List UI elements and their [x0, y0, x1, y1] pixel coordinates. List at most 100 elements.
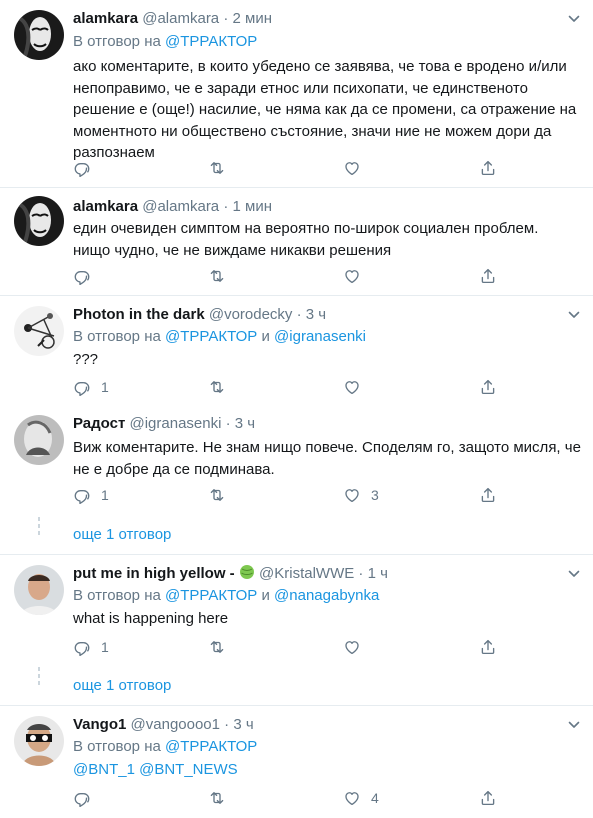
timestamp[interactable]: 3 ч	[235, 415, 255, 432]
tweet-text-line: ако коментарите, в които убедено се заяв…	[73, 58, 567, 75]
caret-down-icon[interactable]	[567, 308, 581, 322]
reply-button[interactable]: 1	[73, 637, 109, 657]
share-button[interactable]	[479, 266, 497, 286]
display-name[interactable]: alamkara	[73, 198, 138, 215]
retweet-icon	[208, 267, 226, 285]
user-handle[interactable]: @vangoooo1	[131, 716, 220, 733]
like-button[interactable]: 4	[343, 788, 379, 808]
avatar[interactable]	[14, 415, 64, 465]
display-name[interactable]: put me in high yellow -	[73, 565, 235, 582]
display-name[interactable]: alamkara	[73, 10, 138, 27]
retweet-button[interactable]	[208, 266, 236, 286]
tweet-header: alamkara @alamkara · 1 мин	[73, 197, 272, 217]
reply-icon	[73, 267, 91, 285]
tweet-text: Виж коментарите. Не знам нищо повече. Сп…	[73, 437, 585, 480]
avatar[interactable]	[14, 306, 64, 356]
timestamp[interactable]: 1 мин	[233, 198, 273, 215]
tweet-actions: 4	[73, 788, 513, 808]
tweet[interactable]: alamkara @alamkara · 2 мин В отговор на …	[0, 0, 593, 182]
like-icon	[343, 378, 361, 396]
share-icon	[479, 638, 497, 656]
retweet-button[interactable]	[208, 637, 236, 657]
mention-link[interactable]: @BNT_NEWS	[139, 761, 238, 778]
like-button[interactable]	[343, 266, 371, 286]
user-handle[interactable]: @alamkara	[142, 10, 219, 27]
reply-button[interactable]: 1	[73, 485, 109, 505]
tweet[interactable]: Vango1 @vangoooo1 · 3 ч В отговор на @ТР…	[0, 706, 593, 818]
like-button[interactable]	[343, 637, 371, 657]
timestamp[interactable]: 2 мин	[233, 10, 273, 27]
avatar[interactable]	[14, 196, 64, 246]
like-button[interactable]: 3	[343, 485, 379, 505]
share-button[interactable]	[479, 377, 497, 397]
like-icon	[343, 486, 361, 504]
tweet-text: ???	[73, 349, 585, 371]
user-handle[interactable]: @KristalWWE	[259, 565, 354, 582]
user-handle[interactable]: @alamkara	[142, 198, 219, 215]
display-name[interactable]: Vango1	[73, 716, 126, 733]
caret-down-icon[interactable]	[567, 718, 581, 732]
avatar[interactable]	[14, 10, 64, 60]
user-handle[interactable]: @igranasenki	[130, 415, 222, 432]
share-button[interactable]	[479, 158, 497, 178]
mention-link[interactable]: @ТРРАКТОР	[165, 33, 257, 50]
display-name[interactable]: Photon in the dark	[73, 306, 205, 323]
avatar[interactable]	[14, 565, 64, 615]
show-more-replies-link[interactable]: още 1 отговор	[73, 526, 171, 543]
tweet[interactable]: put me in high yellow - @KristalWWE · 1 …	[0, 555, 593, 703]
tweet-text-line: ???	[73, 351, 99, 368]
tweet-actions: 1	[73, 377, 513, 397]
reply-prefix: В отговор на	[73, 587, 161, 604]
tweet[interactable]: Photon in the dark @vorodecky · 3 ч В от…	[0, 296, 593, 400]
reply-icon	[73, 638, 91, 656]
caret-down-icon[interactable]	[567, 12, 581, 26]
tweet-text: ако коментарите, в които убедено се заяв…	[73, 56, 585, 164]
retweet-button[interactable]	[208, 158, 236, 178]
timestamp[interactable]: 3 ч	[306, 306, 326, 323]
show-more-replies-link[interactable]: още 1 отговор	[73, 677, 171, 694]
reply-button[interactable]: 1	[73, 377, 109, 397]
retweet-button[interactable]	[208, 377, 236, 397]
tweet[interactable]: alamkara @alamkara · 1 мин един очевиден…	[0, 188, 593, 294]
replying-to: В отговор на @ТРРАКТОР	[73, 737, 257, 757]
display-name[interactable]: Радост	[73, 415, 125, 432]
thread-connector	[38, 667, 40, 688]
thread-connector	[38, 517, 40, 538]
like-button[interactable]	[343, 158, 371, 178]
mention-link[interactable]: @ТРРАКТОР	[165, 738, 257, 755]
reply-prefix: В отговор на	[73, 738, 161, 755]
like-icon	[343, 267, 361, 285]
retweet-button[interactable]	[208, 485, 236, 505]
tweet-text-line: един очевиден симптом на вероятно по-шир…	[73, 220, 539, 237]
user-handle[interactable]: @vorodecky	[209, 306, 293, 323]
share-button[interactable]	[479, 637, 497, 657]
tweet-text-line: what is happening here	[73, 610, 229, 627]
avatar[interactable]	[14, 716, 64, 766]
reply-button[interactable]	[73, 158, 101, 178]
reply-button[interactable]	[73, 266, 101, 286]
share-button[interactable]	[479, 788, 497, 808]
tweet-text-line: нищо чудно, че не виждаме никакви решени…	[73, 241, 392, 259]
mention-link[interactable]: @BNT_1	[73, 761, 135, 778]
mention-link[interactable]: @igranasenki	[274, 328, 366, 345]
timestamp[interactable]: 3 ч	[233, 716, 253, 733]
timestamp[interactable]: 1 ч	[368, 565, 388, 582]
like-icon	[343, 789, 361, 807]
mention-link[interactable]: @ТРРАКТОР	[165, 587, 257, 604]
separator-dot: ·	[223, 198, 229, 215]
caret-down-icon[interactable]	[567, 567, 581, 581]
like-button[interactable]	[343, 377, 371, 397]
share-icon	[479, 486, 497, 504]
retweet-button[interactable]	[208, 788, 236, 808]
reply-button[interactable]	[73, 788, 101, 808]
like-count: 3	[371, 487, 379, 503]
mention-link[interactable]: @nanagabynka	[274, 587, 379, 604]
mention-link[interactable]: @ТРРАКТОР	[165, 328, 257, 345]
share-icon	[479, 159, 497, 177]
tweet[interactable]: Радост @igranasenki · 3 ч Виж коментарит…	[0, 405, 593, 553]
separator-dot: ·	[358, 565, 364, 582]
reply-count: 1	[101, 487, 109, 503]
melon-emoji-icon	[239, 565, 254, 579]
share-button[interactable]	[479, 485, 497, 505]
tweet-actions: 1 3	[73, 485, 513, 505]
